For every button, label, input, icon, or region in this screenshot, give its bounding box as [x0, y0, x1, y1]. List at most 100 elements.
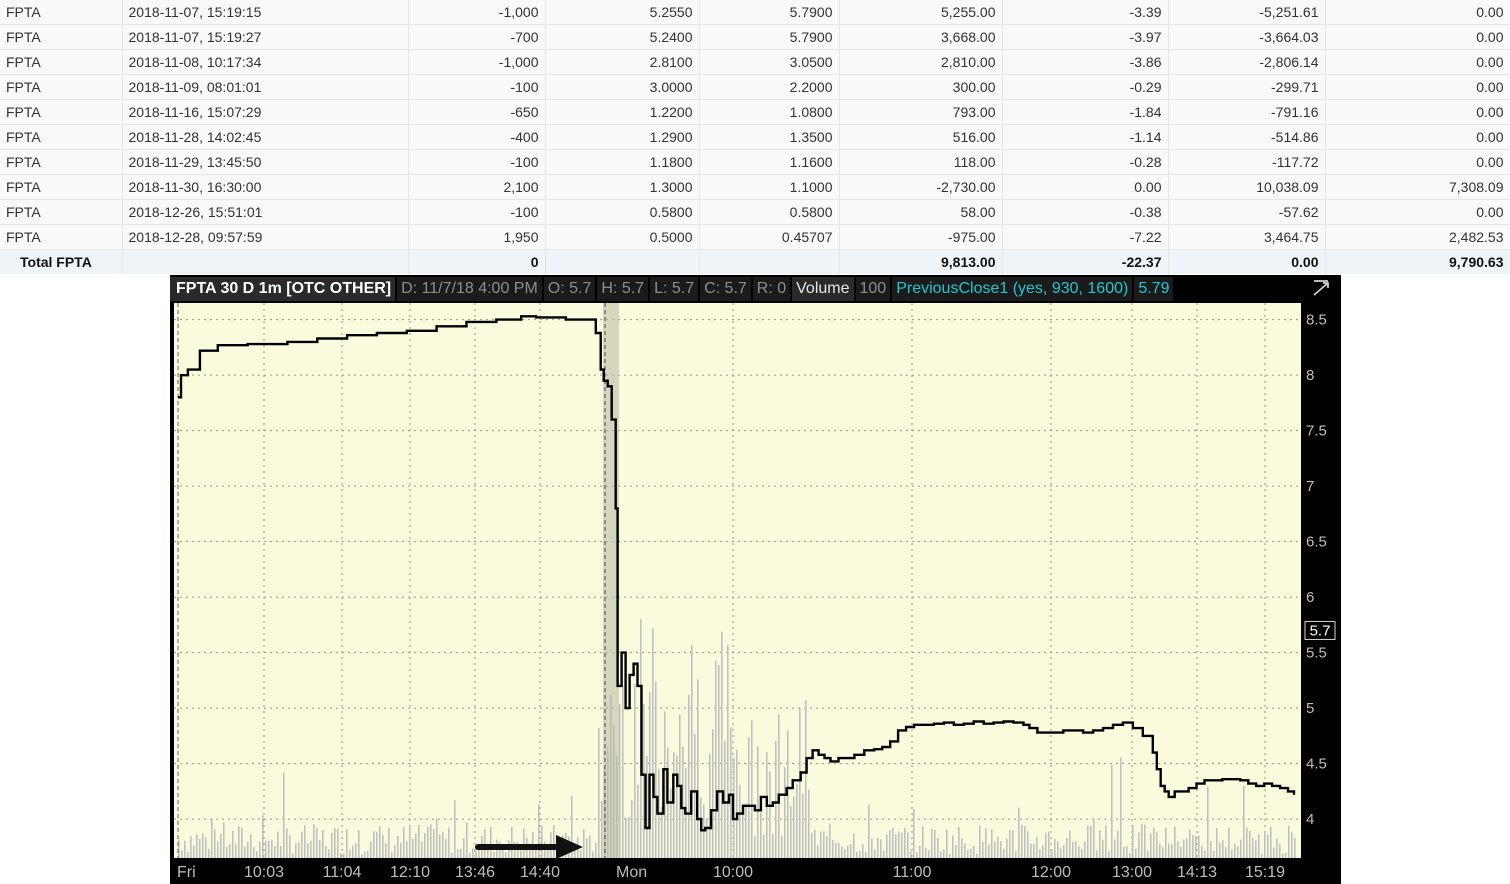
volume-bar	[961, 838, 963, 858]
volume-bar	[415, 833, 417, 858]
volume-bar	[202, 833, 204, 858]
table-cell-basis: -117.72	[1168, 149, 1326, 175]
volume-bar	[919, 845, 921, 858]
volume-bar	[1120, 757, 1122, 858]
total-label: Total FPTA	[0, 249, 123, 274]
volume-bar	[304, 825, 306, 858]
volume-bar	[343, 853, 345, 858]
table-cell-datetime: 2018-11-28, 14:02:45	[122, 124, 409, 150]
volume-bar	[418, 824, 420, 858]
table-cell-pnl: 2,482.53	[1325, 224, 1510, 250]
volume-study-label[interactable]: Volume	[792, 277, 854, 301]
previous-close-study-label[interactable]: PreviousClose1 (yes, 930, 1600)	[892, 277, 1133, 301]
volume-bar	[265, 840, 267, 858]
volume-bar	[241, 827, 243, 858]
volume-bar	[1135, 848, 1137, 858]
volume-bar	[769, 771, 771, 858]
y-tick-label: 7	[1306, 478, 1314, 495]
volume-bar	[469, 852, 471, 858]
volume-bar	[1084, 841, 1086, 858]
volume-bar	[448, 827, 450, 858]
volume-bar	[1279, 843, 1281, 858]
volume-bar	[784, 767, 786, 858]
y-tick-label: 4.5	[1306, 756, 1327, 773]
table-cell-basis: -5,251.61	[1168, 0, 1326, 25]
volume-bar	[181, 850, 183, 858]
volume-bar	[844, 849, 846, 858]
table-cell-proceeds: -975.00	[839, 224, 1003, 250]
volume-bar	[1072, 841, 1074, 858]
volume-bar	[412, 839, 414, 858]
volume-bar	[355, 843, 357, 858]
volume-bar	[727, 644, 729, 858]
volume-bar	[406, 841, 408, 858]
volume-bar	[211, 818, 213, 858]
table-cell-qty: -400	[408, 124, 546, 150]
table-cell-proceeds: 516.00	[839, 124, 1003, 150]
trades-table: FPTA 2018-11-07, 15:19:15 -1,000 5.2550 5.79…	[0, 0, 1510, 274]
volume-bar	[379, 826, 381, 858]
volume-study-value: 100	[855, 277, 891, 301]
table-cell-datetime: 2018-12-26, 15:51:01	[122, 199, 409, 225]
volume-bar	[259, 841, 261, 858]
table-cell-fee: -0.29	[1002, 74, 1169, 100]
table-row: FPTA 2018-11-09, 08:01:01 -100 3.0000 2.2000…	[0, 74, 1510, 100]
volume-bar	[805, 700, 807, 858]
volume-bar	[472, 848, 474, 858]
table-cell-datetime: 2018-11-07, 15:19:15	[122, 0, 409, 25]
volume-bar	[1216, 827, 1218, 858]
volume-bar	[328, 849, 330, 858]
table-cell-fee: 0.00	[1002, 174, 1169, 200]
volume-bar	[307, 843, 309, 858]
volume-bar	[976, 853, 978, 858]
chart-title[interactable]: FPTA 30 D 1m [OTC OTHER]	[170, 277, 396, 301]
table-cell-price: 1.2200	[545, 99, 700, 125]
volume-bar	[1027, 831, 1029, 858]
price-chart[interactable]: 8.5 8 7.5 7 6.5 6 5.5 5 4.5 4 Fri 10:03 11:04 12:10 1…	[170, 303, 1341, 884]
volume-bar	[457, 849, 459, 858]
volume-bar	[1003, 848, 1005, 858]
table-cell-price: 5.2400	[545, 24, 700, 50]
volume-bar	[943, 849, 945, 858]
price-chart-panel[interactable]: FPTA 30 D 1m [OTC OTHER] D: 11/7/18 4:00…	[170, 275, 1341, 884]
volume-bar	[1060, 848, 1062, 858]
volume-bar	[988, 844, 990, 858]
volume-bar	[250, 834, 252, 858]
volume-bar	[442, 831, 444, 858]
table-total-row: Total FPTA 0 9,813.00 -22.37 0.00 9,790.63	[0, 249, 1510, 274]
table-cell-close: 5.7900	[699, 0, 840, 25]
volume-bar	[715, 660, 717, 858]
volume-bar	[958, 826, 960, 858]
volume-bar	[1261, 853, 1263, 858]
volume-bar	[922, 826, 924, 858]
volume-bar	[463, 838, 465, 858]
table-row: FPTA 2018-12-28, 09:57:59 1,950 0.5000 0.457…	[0, 224, 1510, 250]
volume-bar	[736, 749, 738, 858]
volume-bar	[946, 829, 948, 858]
table-cell-pnl: 0.00	[1325, 74, 1510, 100]
volume-bar	[1273, 847, 1275, 858]
volume-bar	[1186, 838, 1188, 858]
volume-bar	[337, 829, 339, 858]
volume-bar	[256, 851, 258, 858]
volume-bar	[1225, 847, 1227, 858]
volume-bar	[601, 800, 603, 858]
table-cell-symbol: FPTA	[0, 74, 123, 100]
volume-bar	[1141, 824, 1143, 858]
table-cell-proceeds: 793.00	[839, 99, 1003, 125]
volume-bar	[232, 830, 234, 858]
volume-bar	[1159, 843, 1161, 858]
total-blank	[699, 249, 840, 274]
volume-bar	[913, 808, 915, 858]
volume-bar	[1006, 838, 1008, 858]
table-cell-qty: -700	[408, 24, 546, 50]
volume-bar	[865, 851, 867, 858]
table-cell-fee: -0.28	[1002, 149, 1169, 175]
volume-bar	[382, 834, 384, 858]
table-cell-qty: -1,000	[408, 49, 546, 75]
volume-bar	[637, 784, 639, 858]
table-cell-close: 1.3500	[699, 124, 840, 150]
chart-settings-icon[interactable]	[1311, 278, 1331, 298]
volume-bar	[826, 836, 828, 858]
table-cell-basis: -299.71	[1168, 74, 1326, 100]
